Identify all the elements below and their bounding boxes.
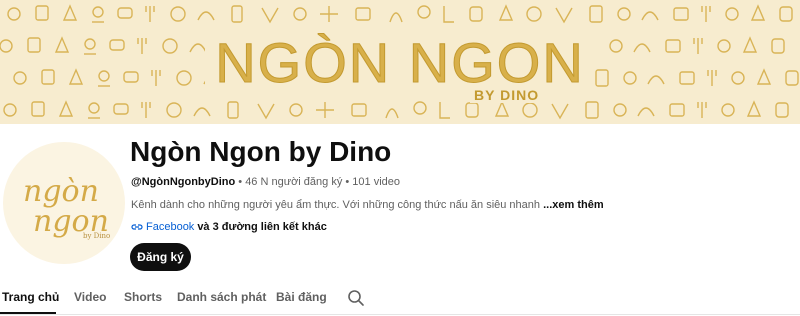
- show-more-link[interactable]: ...xem thêm: [543, 199, 604, 211]
- banner-subtitle: BY DINO: [470, 87, 544, 103]
- channel-name: Ngòn Ngon by Dino: [130, 136, 392, 167]
- channel-description[interactable]: Kênh dành cho những người yêu ẩm thực. V…: [131, 199, 604, 211]
- search-icon[interactable]: [347, 289, 365, 307]
- banner-title: NGÒN NGON: [0, 30, 800, 95]
- description-text: Kênh dành cho những người yêu ẩm thực. V…: [131, 199, 541, 211]
- channel-tabs: Trang chủ Video Shorts Danh sách phát Bà…: [0, 286, 800, 314]
- tab-shorts[interactable]: Shorts: [124, 290, 162, 304]
- tab-playlists[interactable]: Danh sách phát: [177, 290, 266, 304]
- tab-home[interactable]: Trang chủ: [2, 290, 59, 304]
- tabs-divider: [0, 314, 800, 315]
- subscribe-button[interactable]: Đăng ký: [130, 243, 191, 271]
- meta-separator: •: [235, 176, 246, 188]
- channel-avatar[interactable]: ngòn ngon by Dino: [3, 142, 125, 264]
- avatar-logo-line3: by Dino: [83, 232, 111, 240]
- video-count: 101 video: [352, 176, 401, 188]
- channel-handle: @NgònNgonbyDino: [131, 176, 236, 188]
- link-icon: [131, 224, 143, 230]
- channel-meta: @NgònNgonbyDino • 46 N người đăng ký • 1…: [131, 176, 400, 188]
- tab-videos[interactable]: Video: [74, 290, 106, 304]
- channel-links[interactable]: Facebook và 3 đường liên kết khác: [131, 221, 327, 233]
- tab-posts[interactable]: Bài đăng: [276, 290, 327, 304]
- channel-banner: NGÒN NGON BY DINO: [0, 0, 800, 124]
- facebook-link[interactable]: Facebook: [146, 221, 194, 233]
- subscriber-count: 46 N người đăng ký: [245, 176, 343, 188]
- more-links-text[interactable]: và 3 đường liên kết khác: [197, 221, 327, 233]
- meta-separator: •: [342, 176, 353, 188]
